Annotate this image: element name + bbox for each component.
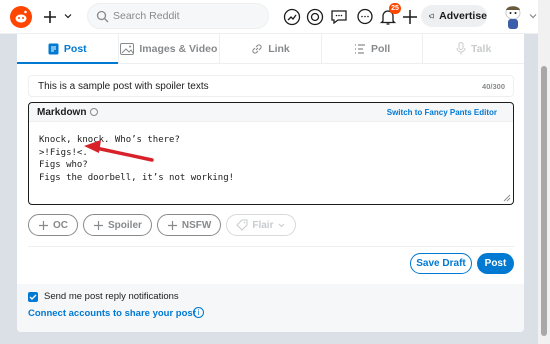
advertise-button[interactable]: Advertise — [421, 5, 487, 27]
tab-images-video-label: Images & Video — [139, 42, 218, 55]
flair-button-label: Flair — [252, 219, 274, 231]
divider — [28, 246, 514, 247]
plus-icon — [94, 220, 103, 230]
notifications-checkbox[interactable] — [28, 292, 38, 302]
image-icon — [120, 42, 135, 55]
spoiler-button-label: Spoiler — [108, 219, 142, 231]
reddit-logo-icon[interactable] — [10, 6, 32, 28]
oc-button-label: OC — [53, 219, 68, 231]
coins-icon[interactable] — [305, 7, 325, 27]
chat-icon[interactable] — [355, 7, 375, 27]
community-chat-icon[interactable] — [329, 7, 349, 27]
checkmark-icon — [29, 294, 37, 300]
search-icon — [96, 10, 109, 23]
chevron-down-icon — [279, 223, 285, 227]
create-post-card: Post Images & Video Link Poll Talk This … — [17, 34, 524, 332]
markdown-editor[interactable]: Markdown Switch to Fancy Pants Editor Kn… — [28, 102, 514, 205]
advertise-label: Advertise — [439, 10, 487, 22]
scrollbar-thumb[interactable] — [541, 66, 547, 336]
editor-toolbar: Markdown Switch to Fancy Pants Editor — [29, 103, 513, 122]
editor-line: Knock, knock. Who’s there? — [39, 135, 180, 145]
search-input[interactable]: Search Reddit — [87, 3, 269, 29]
tab-post[interactable]: Post — [17, 34, 119, 64]
nsfw-button-label: NSFW — [181, 219, 212, 231]
resize-handle-icon[interactable] — [503, 194, 511, 202]
post-tag-buttons: OC Spoiler NSFW Flair — [28, 214, 297, 236]
markdown-info-icon[interactable] — [90, 108, 98, 116]
link-icon — [252, 43, 262, 54]
tab-post-label: Post — [63, 42, 87, 55]
post-title-input[interactable]: This is a sample post with spoiler texts… — [28, 75, 514, 97]
oc-button[interactable]: OC — [28, 214, 78, 236]
notifications-label: Send me post reply notifications — [44, 291, 179, 302]
mic-icon — [456, 42, 466, 55]
megaphone-icon — [429, 13, 434, 19]
page-scrollbar[interactable] — [538, 0, 550, 344]
markdown-mode-label: Markdown — [37, 107, 87, 118]
editor-text[interactable]: Knock, knock. Who’s there? >!Figs!<. Figs … — [39, 134, 234, 184]
title-character-counter: 40/300 — [482, 82, 505, 91]
tab-images-video[interactable]: Images & Video — [119, 34, 221, 63]
avatar[interactable] — [500, 3, 526, 31]
tab-talk: Talk — [423, 34, 524, 63]
tab-poll[interactable]: Poll — [322, 34, 424, 63]
plus-icon — [167, 220, 177, 230]
post-type-tabs: Post Images & Video Link Poll Talk — [17, 34, 524, 64]
poll-icon — [354, 43, 365, 54]
document-icon — [48, 43, 59, 54]
tab-poll-label: Poll — [370, 42, 391, 55]
tab-talk-label: Talk — [471, 42, 492, 55]
flair-button: Flair — [226, 214, 297, 236]
tag-icon — [236, 219, 248, 231]
switch-editor-link[interactable]: Switch to Fancy Pants Editor — [387, 108, 497, 117]
post-button[interactable]: Post — [477, 253, 514, 274]
create-plus-icon[interactable] — [39, 6, 61, 28]
search-placeholder: Search Reddit — [113, 10, 180, 22]
info-icon[interactable]: i — [193, 307, 204, 318]
nsfw-button[interactable]: NSFW — [156, 214, 222, 236]
top-header: Search Reddit 25 Advertise — [0, 0, 550, 34]
editor-line: Figs who? — [39, 160, 88, 170]
editor-line: Figs the doorbell, it’s not working! — [39, 172, 235, 183]
spoiler-button[interactable]: Spoiler — [83, 214, 152, 236]
save-draft-button[interactable]: Save Draft — [410, 253, 472, 274]
plus-icon — [39, 220, 48, 230]
popular-icon[interactable] — [282, 7, 302, 27]
tab-link[interactable]: Link — [220, 34, 322, 63]
create-post-plus-icon[interactable] — [400, 7, 420, 27]
chevron-down-icon[interactable] — [62, 10, 74, 22]
tab-link-label: Link — [268, 42, 290, 55]
post-title-value: This is a sample post with spoiler texts — [38, 81, 209, 92]
post-options-footer: Send me post reply notifications Connect… — [17, 284, 524, 332]
editor-line: >!Figs!<. — [39, 147, 88, 158]
connect-accounts-link[interactable]: Connect accounts to share your post — [28, 308, 196, 319]
avatar-chevron-down-icon[interactable] — [528, 11, 538, 21]
